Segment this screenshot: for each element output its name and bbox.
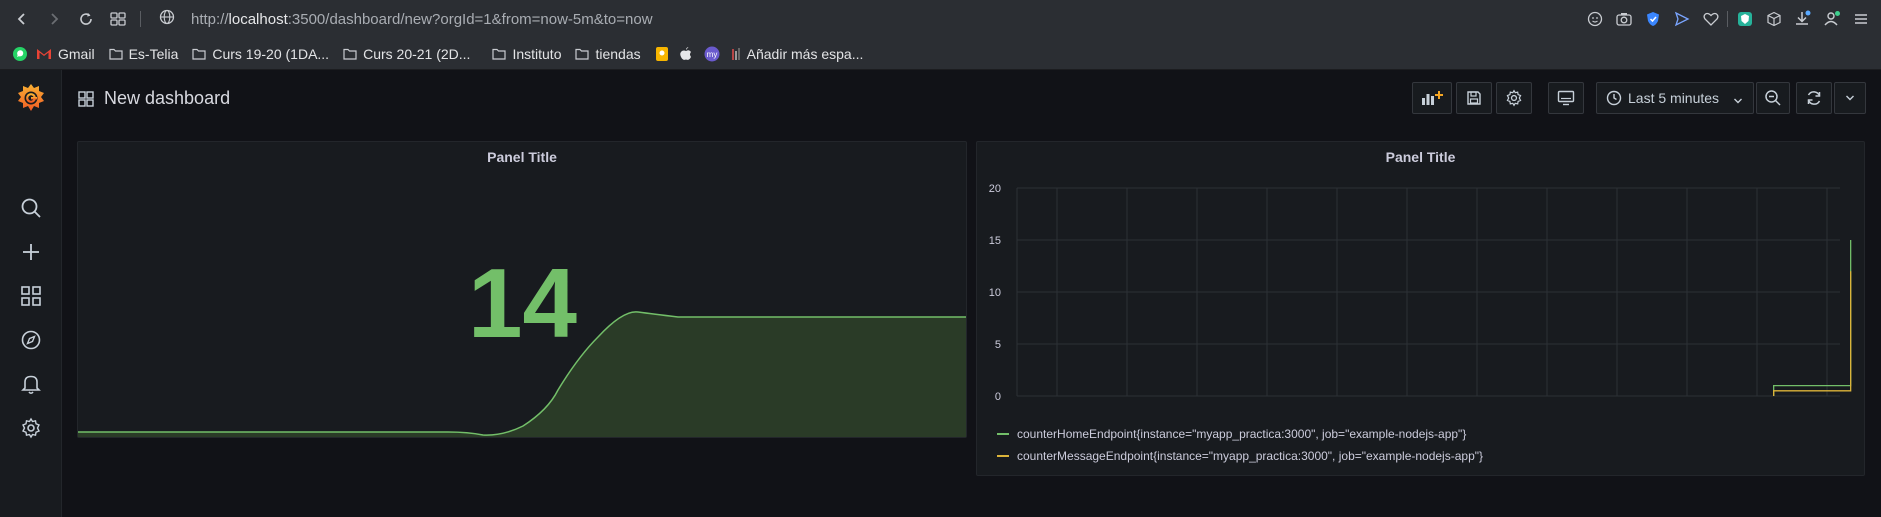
extensions-area — [1582, 5, 1873, 33]
y-tick-label: 5 — [995, 339, 1001, 351]
shield-icon[interactable] — [1640, 5, 1665, 33]
bookmark-label: Añadir más espa... — [746, 45, 864, 62]
tv-mode-button[interactable] — [1548, 82, 1584, 114]
whatsapp-icon[interactable] — [12, 46, 28, 62]
url-path: :3500/dashboard/new?orgId=1&from=now-5m&… — [287, 10, 653, 28]
legend-swatch — [997, 455, 1009, 457]
url-scheme: http:// — [191, 10, 229, 28]
dashboard-navbar: New dashboard Last 5 minutes — [62, 70, 1881, 126]
series-line-0 — [1773, 240, 1852, 396]
folder-icon — [343, 48, 357, 60]
zoom-out-button[interactable] — [1756, 82, 1790, 114]
time-picker-button[interactable]: Last 5 minutes — [1596, 82, 1754, 114]
settings-gear-icon[interactable] — [0, 408, 62, 448]
bookmark-instituto[interactable]: Instituto — [492, 46, 561, 62]
save-dashboard-button[interactable] — [1456, 82, 1492, 114]
timeseries-panel[interactable]: Panel Title 0510152007:3008:0008:3009:00… — [976, 141, 1865, 476]
refresh-interval-dropdown[interactable] — [1834, 82, 1866, 114]
legend-swatch — [997, 433, 1009, 435]
time-range-label: Last 5 minutes — [1628, 90, 1720, 106]
folder-icon — [108, 48, 123, 60]
browser-toolbar: http://localhost:3500/dashboard/new?orgI… — [0, 0, 1881, 38]
y-tick-label: 0 — [995, 391, 1001, 402]
bookmark-anadir[interactable]: Añadir más espa... — [731, 45, 864, 62]
menu-icon[interactable] — [1848, 5, 1873, 33]
folder-icon — [492, 48, 507, 60]
bookmark-label: Curs 20-21 (2D... — [363, 45, 471, 62]
legend-label: counterHomeEndpoint{instance="myapp_prac… — [1017, 427, 1467, 441]
bookmark-tiendas[interactable]: tiendas — [575, 45, 641, 62]
add-panel-button[interactable] — [1412, 82, 1452, 114]
tabs-grid-icon[interactable] — [104, 5, 132, 33]
legend-item[interactable]: counterHomeEndpoint{instance="myapp_prac… — [997, 427, 1466, 441]
heart-icon[interactable] — [1698, 5, 1723, 33]
chevron-down-icon — [1733, 93, 1743, 109]
legend-label: counterMessageEndpoint{instance="myapp_p… — [1017, 449, 1484, 463]
bookmark-es-telia[interactable]: Es-Telia — [108, 45, 179, 62]
my-icon[interactable]: my — [703, 46, 721, 62]
clock-icon — [1606, 90, 1622, 106]
bookmark-curs-20-21[interactable]: Curs 20-21 (2D... — [343, 46, 470, 62]
svg-text:my: my — [706, 50, 717, 59]
dashboard-settings-button[interactable] — [1496, 82, 1532, 114]
alerting-bell-icon[interactable] — [0, 364, 62, 404]
bookmark-label: tiendas — [595, 45, 641, 62]
url-text[interactable]: http://localhost:3500/dashboard/new?orgI… — [191, 11, 653, 28]
cube-icon[interactable] — [1761, 5, 1786, 33]
globe-icon — [159, 9, 175, 30]
reload-icon[interactable] — [72, 5, 100, 33]
bookmarks-bar: Gmail Es-Telia Curs 19-20 (1DA... Curs 2… — [0, 38, 1881, 70]
grafana-logo[interactable] — [0, 76, 62, 120]
search-icon[interactable] — [0, 188, 62, 228]
dashboards-icon[interactable] — [0, 276, 62, 316]
bookmark-gmail[interactable]: Gmail — [36, 46, 95, 62]
apple-icon[interactable] — [679, 46, 693, 62]
refresh-button[interactable] — [1796, 82, 1832, 114]
dashboard-grid-icon — [78, 91, 94, 112]
gmail-icon — [36, 48, 52, 60]
bookmark-label: Es-Telia — [128, 45, 179, 62]
keep-icon[interactable] — [655, 46, 669, 62]
separator — [140, 11, 141, 27]
url-host: localhost — [228, 10, 288, 28]
bookmark-label: Instituto — [512, 45, 562, 62]
bookmark-curs-19-20[interactable]: Curs 19-20 (1DA... — [192, 46, 329, 62]
back-icon[interactable] — [8, 5, 36, 33]
bookmark-label: Gmail — [58, 45, 95, 62]
page-title[interactable]: New dashboard — [104, 88, 230, 109]
profile-icon[interactable] — [1819, 5, 1844, 33]
emoji-icon[interactable] — [1582, 5, 1607, 33]
send-icon[interactable] — [1669, 5, 1694, 33]
plus-icon[interactable] — [0, 232, 62, 272]
chevron-down-icon — [1845, 90, 1855, 106]
folder-icon — [575, 48, 590, 60]
legend-item[interactable]: counterMessageEndpoint{instance="myapp_p… — [997, 449, 1483, 463]
y-tick-label: 10 — [989, 287, 1001, 299]
bookmark-label: Curs 19-20 (1DA... — [212, 45, 330, 62]
folder-icon — [192, 48, 206, 60]
separator — [1727, 11, 1728, 27]
address-bar[interactable]: http://localhost:3500/dashboard/new?orgI… — [159, 4, 653, 34]
forward-icon[interactable] — [40, 5, 68, 33]
stat-panel[interactable]: Panel Title 14 — [77, 141, 967, 438]
download-icon[interactable] — [1790, 5, 1815, 33]
y-tick-label: 15 — [989, 235, 1001, 247]
camera-icon[interactable] — [1611, 5, 1636, 33]
timeseries-chart: 0510152007:3008:0008:3009:0009:3010:0010… — [989, 183, 1852, 402]
side-menu — [0, 70, 62, 517]
y-tick-label: 20 — [989, 183, 1001, 195]
bitwarden-icon[interactable] — [1732, 5, 1757, 33]
bookmark-icon — [731, 47, 741, 61]
series-line-1 — [1773, 271, 1852, 396]
stat-value: 14 — [468, 248, 578, 358]
explore-compass-icon[interactable] — [0, 320, 62, 360]
